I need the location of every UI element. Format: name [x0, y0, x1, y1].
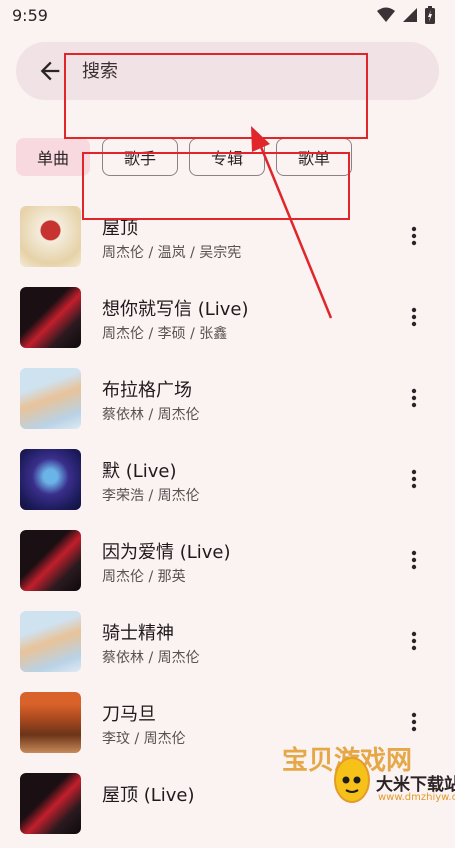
chip-album[interactable]: 专辑 [189, 138, 265, 176]
chip-playlist[interactable]: 歌单 [276, 138, 352, 176]
chip-label: 单曲 [36, 149, 69, 168]
album-cover [20, 530, 81, 591]
signal-icon [403, 8, 417, 22]
status-time: 9:59 [12, 6, 48, 25]
song-title: 因为爱情 (Live) [102, 542, 231, 563]
song-title: 刀马旦 [102, 704, 156, 725]
album-cover [20, 206, 81, 267]
album-cover [20, 773, 81, 834]
watermark-url: www.dmzhiyw.com [378, 792, 455, 803]
song-artists: 周杰伦 / 那英 [102, 569, 186, 585]
chip-single[interactable]: 单曲 [16, 138, 90, 176]
song-row[interactable]: 骑士精神 蔡依林 / 周杰伦 [0, 605, 455, 686]
song-title: 屋顶 [102, 218, 138, 239]
song-row[interactable]: 屋顶 周杰伦 / 温岚 / 吴宗宪 [0, 200, 455, 281]
song-row[interactable]: 因为爱情 (Live) 周杰伦 / 那英 [0, 524, 455, 605]
wifi-icon [377, 7, 395, 22]
album-cover [20, 611, 81, 672]
album-cover [20, 449, 81, 510]
chip-label: 歌单 [297, 149, 330, 168]
search-input[interactable]: 搜索 [82, 57, 118, 83]
song-title: 屋顶 (Live) [102, 785, 195, 806]
egg-mascot-icon [334, 757, 370, 803]
song-title: 布拉格广场 [102, 380, 192, 401]
album-cover [20, 692, 81, 753]
song-title: 骑士精神 [102, 623, 174, 644]
more-vert-icon[interactable] [402, 710, 426, 734]
status-bar: 9:59 [0, 0, 455, 32]
more-vert-icon[interactable] [402, 548, 426, 572]
song-row[interactable]: 默 (Live) 李荣浩 / 周杰伦 [0, 443, 455, 524]
song-artists: 李荣浩 / 周杰伦 [102, 488, 200, 504]
album-cover [20, 368, 81, 429]
more-vert-icon[interactable] [402, 467, 426, 491]
album-cover [20, 287, 81, 348]
song-artists: 李玟 / 周杰伦 [102, 731, 186, 747]
song-title: 默 (Live) [102, 461, 177, 482]
status-icons [377, 6, 435, 24]
song-artists: 周杰伦 / 温岚 / 吴宗宪 [102, 245, 242, 261]
song-artists: 蔡依林 / 周杰伦 [102, 407, 200, 423]
song-row[interactable]: 布拉格广场 蔡依林 / 周杰伦 [0, 362, 455, 443]
back-arrow-icon[interactable] [36, 57, 64, 85]
filter-chips: 单曲 歌手 专辑 歌单 [16, 138, 446, 178]
song-artists: 周杰伦 / 李硕 / 张鑫 [102, 326, 228, 342]
chip-label: 歌手 [123, 149, 156, 168]
song-row[interactable]: 想你就写信 (Live) 周杰伦 / 李硕 / 张鑫 [0, 281, 455, 362]
more-vert-icon[interactable] [402, 629, 426, 653]
song-artists: 蔡依林 / 周杰伦 [102, 650, 200, 666]
chip-label: 专辑 [210, 149, 243, 168]
battery-icon [425, 6, 435, 24]
more-vert-icon[interactable] [402, 224, 426, 248]
song-title: 想你就写信 (Live) [102, 299, 249, 320]
chip-artist[interactable]: 歌手 [102, 138, 178, 176]
search-bar[interactable]: 搜索 [16, 42, 439, 100]
more-vert-icon[interactable] [402, 386, 426, 410]
more-vert-icon[interactable] [402, 305, 426, 329]
